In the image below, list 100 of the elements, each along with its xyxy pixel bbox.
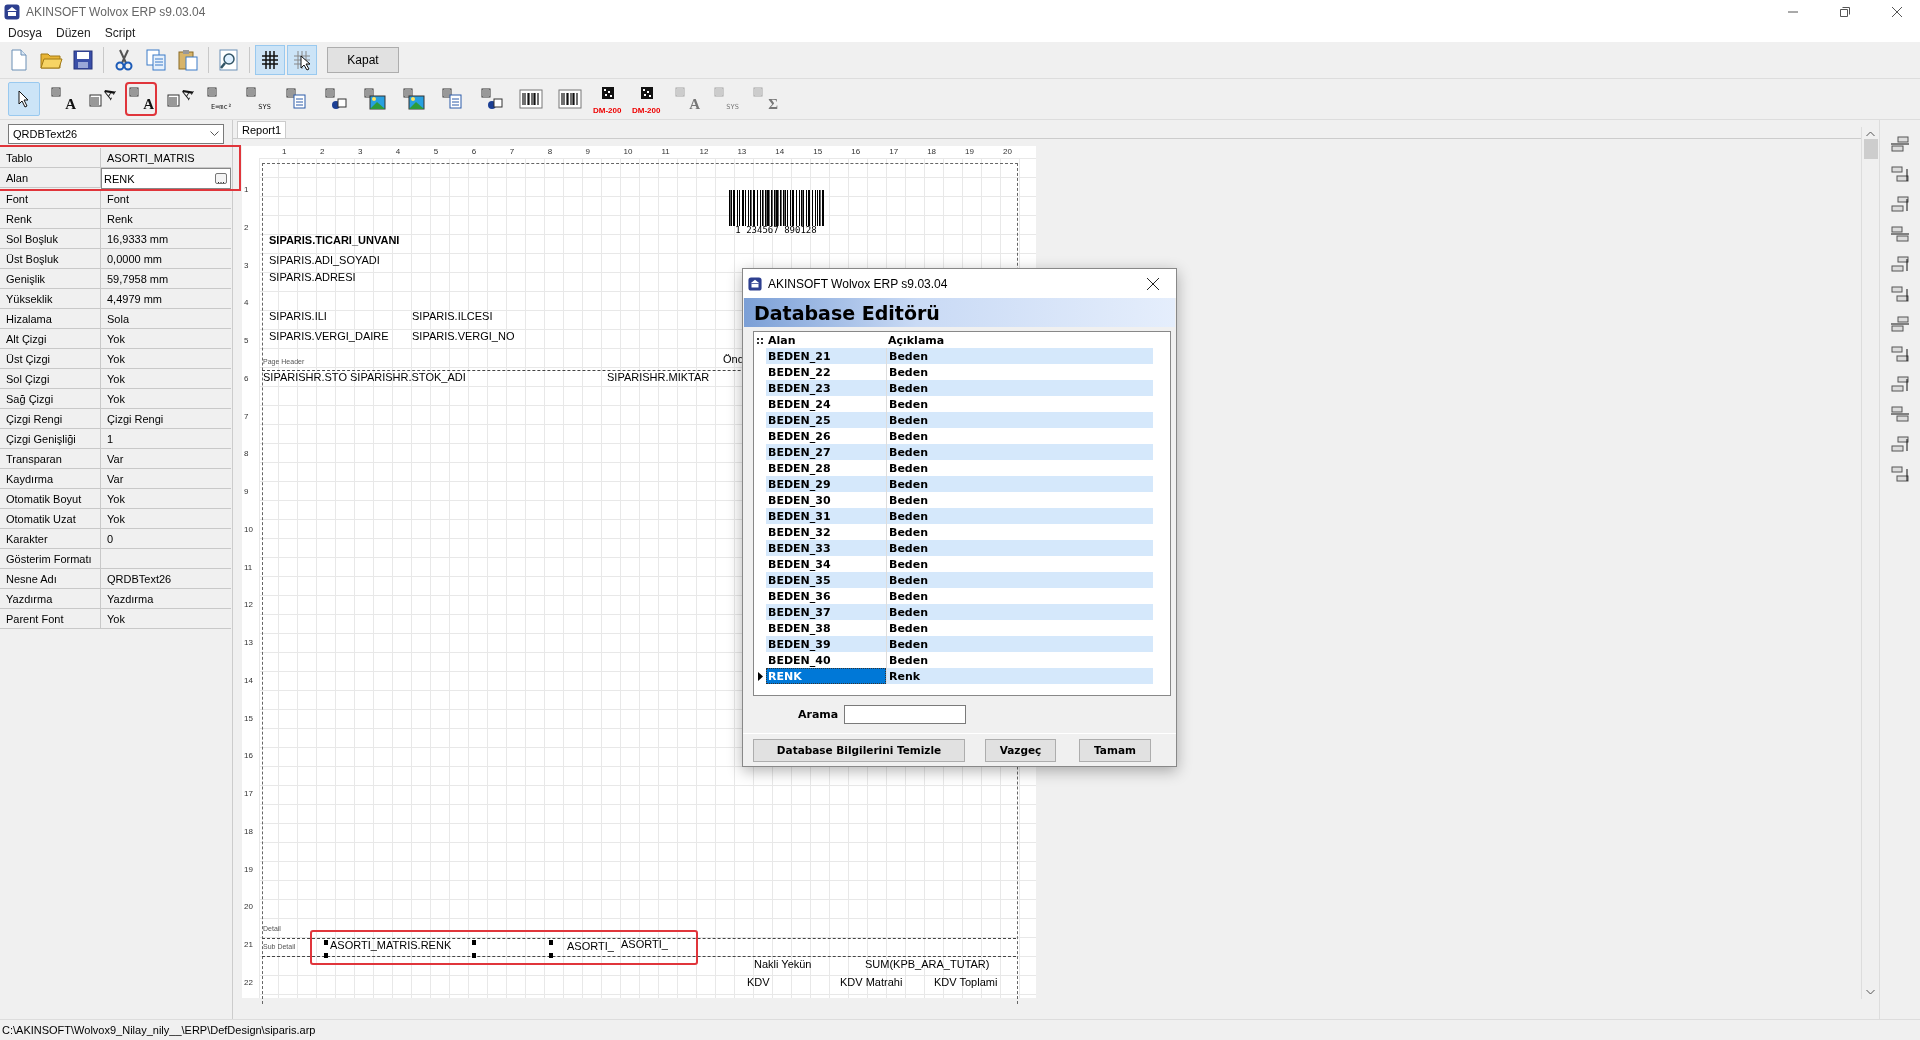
selection-handle[interactable] (324, 953, 328, 958)
table-cell[interactable]: BEDEN_24 (766, 396, 886, 412)
report-field[interactable]: Nakli Yekün (754, 958, 812, 970)
property-value-field[interactable]: RENK ... (101, 168, 231, 189)
table-cell[interactable]: Beden (886, 508, 1153, 524)
dialog-heading: Database Editörü (744, 298, 1175, 327)
property-name: Kaydırma (0, 469, 101, 489)
table-cell[interactable]: Beden (886, 444, 1153, 460)
table-cell[interactable]: Beden (886, 412, 1153, 428)
status-bar: C:\AKINSOFT\Wolvox9_Nilay_nily__\ERP\DefDesign\siparis.arp (0, 1019, 1920, 1040)
grid-corner-icon (757, 336, 763, 344)
object-dropdown[interactable]: QRDBText26 (8, 124, 224, 144)
table-cell[interactable]: Beden (886, 380, 1153, 396)
table-cell[interactable]: BEDEN_40 (766, 652, 886, 668)
table-cell[interactable]: RENK (766, 668, 886, 684)
report-field[interactable]: ASORTI_ (567, 940, 614, 952)
report-field[interactable]: SIPARIS.ADI_SOYADI (269, 254, 380, 266)
table-cell[interactable]: Beden (886, 540, 1153, 556)
table-cell[interactable]: Beden (886, 604, 1153, 620)
column-header[interactable]: Açıklama (886, 332, 1152, 348)
table-cell[interactable]: BEDEN_26 (766, 428, 886, 444)
dialog-button[interactable]: Database Bilgilerini Temizle (753, 738, 965, 762)
table-cell[interactable]: Beden (886, 636, 1153, 652)
table-cell[interactable]: BEDEN_36 (766, 588, 886, 604)
table-cell[interactable]: BEDEN_25 (766, 412, 886, 428)
close-icon (1147, 277, 1159, 290)
menu-item[interactable]: Düzen (56, 26, 91, 40)
snap-grid-icon (293, 50, 311, 71)
menu-item[interactable]: Dosya (8, 26, 42, 40)
browse-button[interactable]: ... (215, 173, 227, 184)
report-tab[interactable]: Report1 (237, 121, 287, 138)
report-field[interactable]: KDV Toplami (934, 976, 998, 988)
table-cell[interactable]: BEDEN_27 (766, 444, 886, 460)
scroll-down-icon[interactable] (1866, 989, 1875, 995)
toolbar-button[interactable] (287, 45, 317, 75)
app-logo-icon (4, 4, 20, 20)
table-cell[interactable]: Renk (886, 668, 1153, 684)
table-cell[interactable]: BEDEN_21 (766, 348, 886, 364)
close-icon (1892, 7, 1902, 17)
property-name: Renk (0, 209, 101, 229)
table-cell[interactable]: BEDEN_23 (766, 380, 886, 396)
table-cell[interactable]: BEDEN_29 (766, 476, 886, 492)
report-field[interactable]: KDV Matrahi (840, 976, 903, 988)
dialog-button[interactable]: Tamam (1079, 738, 1151, 762)
table-cell[interactable]: Beden (886, 572, 1153, 588)
toolbar-button[interactable] (255, 45, 285, 75)
table-cell[interactable]: BEDEN_31 (766, 508, 886, 524)
report-field[interactable]: KDV (747, 976, 770, 988)
dialog-button[interactable]: Vazgeç (985, 738, 1056, 762)
scroll-up-icon[interactable] (1866, 131, 1875, 137)
property-name: Çizgi Genişliği (0, 429, 101, 449)
property-name: Üst Boşluk (0, 249, 101, 269)
report-field[interactable]: SIPARIS.ILCESI (412, 310, 493, 322)
report-field[interactable]: SIPARIS.ADRESI (269, 271, 356, 283)
table-cell[interactable]: BEDEN_39 (766, 636, 886, 652)
row-pointer-icon (757, 671, 763, 681)
ruler-number: 8 (244, 449, 249, 459)
table-cell[interactable]: BEDEN_33 (766, 540, 886, 556)
report-field[interactable]: SUM(KPB_ARA_TUTAR) (865, 958, 990, 970)
report-field[interactable]: SIPARISHR.MIKTAR (607, 371, 710, 383)
table-cell[interactable]: BEDEN_30 (766, 492, 886, 508)
report-field[interactable]: SIPARISHR.STOK_ADI (350, 371, 466, 383)
report-field[interactable]: SIPARIS.ILI (269, 310, 327, 322)
table-cell[interactable]: BEDEN_35 (766, 572, 886, 588)
property-name: Font (0, 189, 101, 209)
component-tool-button[interactable] (8, 82, 40, 116)
table-cell[interactable]: BEDEN_38 (766, 620, 886, 636)
property-name: Otomatik Uzat (0, 509, 101, 529)
property-name: Genişlik (0, 269, 101, 289)
selection-handle[interactable] (472, 953, 476, 958)
menu-item[interactable]: Script (104, 26, 136, 40)
table-cell[interactable]: BEDEN_32 (766, 524, 886, 540)
close-designer-button[interactable]: Kapat (327, 47, 399, 73)
selection-handle[interactable] (324, 940, 328, 945)
table-cell[interactable]: Beden (886, 476, 1153, 492)
magnifier-page-icon (219, 49, 238, 71)
search-field[interactable] (844, 704, 967, 724)
ruler-number: 5 (244, 336, 249, 346)
table-cell[interactable]: BEDEN_34 (766, 556, 886, 572)
property-name: Karakter (0, 529, 101, 549)
report-field[interactable]: ASORTI_ (621, 938, 668, 950)
selection-handle[interactable] (549, 953, 553, 958)
table-cell[interactable]: BEDEN_22 (766, 364, 886, 380)
scrollbar-thumb[interactable] (1863, 139, 1878, 159)
table-cell[interactable]: BEDEN_37 (766, 604, 886, 620)
ruler-number: 13 (737, 147, 747, 156)
report-field[interactable]: SIPARIS.TICARI_UNVANI (269, 234, 400, 246)
barcode: 1 234567 890128 (728, 190, 824, 235)
pages-icon (285, 87, 309, 111)
table-cell[interactable]: Beden (886, 348, 1153, 364)
selection-handle[interactable] (549, 940, 553, 945)
report-field[interactable]: SIPARISHR.STO (263, 371, 347, 383)
report-field[interactable]: ASORTI_MATRIS.RENK (330, 939, 452, 951)
image-icon (402, 87, 426, 111)
column-header[interactable]: Alan (766, 332, 886, 348)
report-field[interactable]: SIPARIS.VERGI_DAIRE (269, 330, 389, 342)
report-field[interactable]: SIPARIS.VERGI_NO (412, 330, 515, 342)
table-cell[interactable]: BEDEN_28 (766, 460, 886, 476)
search-label: Arama (798, 707, 839, 721)
selection-handle[interactable] (472, 940, 476, 945)
